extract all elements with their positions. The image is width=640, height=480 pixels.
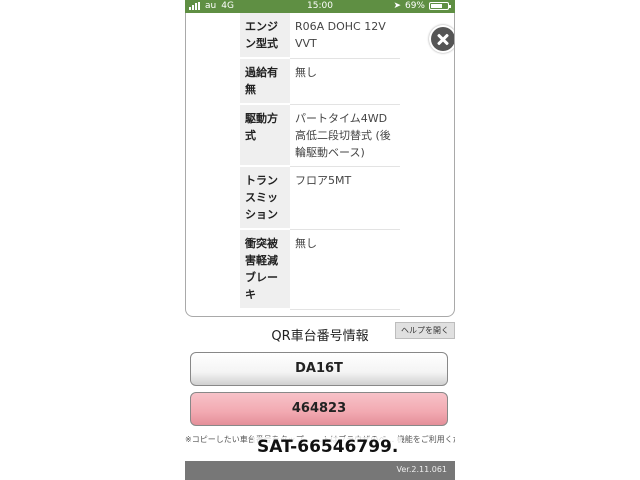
close-icon[interactable] bbox=[431, 27, 454, 51]
phone-screen: au 4G 15:00 ➤ 69% エンジン型式 R06A DOHC 12V V… bbox=[185, 0, 455, 480]
spec-label: 駆動方式 bbox=[240, 104, 290, 167]
footer-bar: Ver.2.11.061 bbox=[185, 461, 455, 480]
version-label: Ver.2.11.061 bbox=[396, 465, 448, 474]
battery-percent: 69% bbox=[404, 1, 425, 11]
overlay-chassis-number: SAT-66546799. bbox=[253, 437, 403, 457]
spec-value: 無し bbox=[290, 229, 400, 310]
table-row: 衝突被害軽減ブレーキ 無し bbox=[240, 229, 400, 310]
serial-number-button[interactable]: 464823 bbox=[190, 392, 448, 426]
table-row: 過給有無 無し bbox=[240, 58, 400, 105]
battery-icon bbox=[429, 2, 451, 10]
spec-label: 衝突被害軽減ブレーキ bbox=[240, 229, 290, 310]
spec-label: 過給有無 bbox=[240, 58, 290, 105]
location-arrow-icon: ➤ bbox=[393, 1, 401, 11]
status-right: ➤ 69% bbox=[393, 1, 451, 11]
battery-level bbox=[431, 4, 442, 8]
app-content: エンジン型式 R06A DOHC 12V VVT 過給有無 無し 駆動方式 パー… bbox=[185, 13, 455, 480]
spec-label: トランスミッション bbox=[240, 166, 290, 230]
table-row: エンジン型式 R06A DOHC 12V VVT bbox=[240, 13, 400, 59]
model-code-button[interactable]: DA16T bbox=[190, 352, 448, 386]
spec-table: エンジン型式 R06A DOHC 12V VVT 過給有無 無し 駆動方式 パー… bbox=[240, 13, 400, 310]
spec-value: 無し bbox=[290, 58, 400, 105]
help-button[interactable]: ヘルプを開く bbox=[395, 322, 455, 339]
status-bar: au 4G 15:00 ➤ 69% bbox=[185, 0, 455, 13]
spec-value: R06A DOHC 12V VVT bbox=[290, 13, 400, 59]
spec-label: エンジン型式 bbox=[240, 13, 290, 59]
spec-value: フロア5MT bbox=[290, 166, 400, 230]
table-row: 駆動方式 パートタイム4WD 高低二段切替式 (後輪駆動ベース) bbox=[240, 104, 400, 167]
spec-value: パートタイム4WD 高低二段切替式 (後輪駆動ベース) bbox=[290, 104, 400, 167]
table-row: トランスミッション フロア5MT bbox=[240, 166, 400, 230]
spec-modal: エンジン型式 R06A DOHC 12V VVT 過給有無 無し 駆動方式 パー… bbox=[185, 13, 455, 317]
